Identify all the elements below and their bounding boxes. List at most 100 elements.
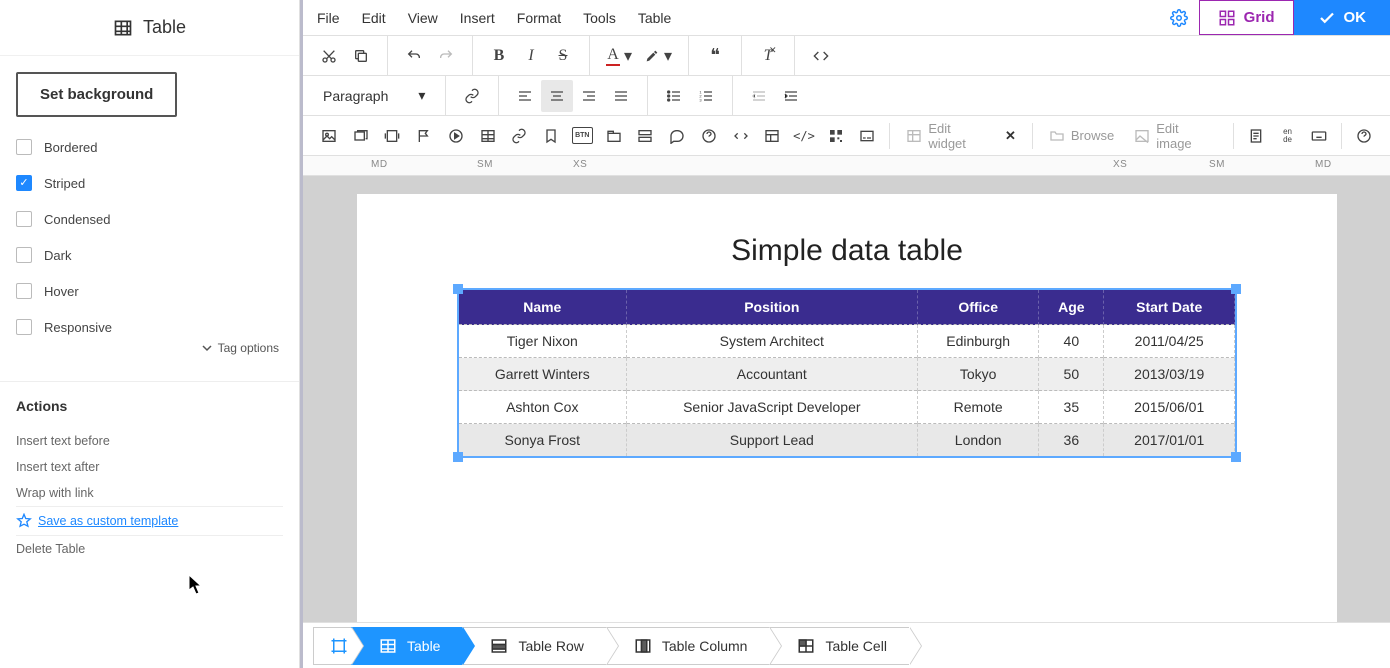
source-button[interactable]: </> (788, 120, 820, 152)
editor-canvas[interactable]: Simple data table NamePositionOfficeAgeS… (303, 176, 1390, 622)
resize-handle-tl[interactable] (453, 284, 463, 294)
tabs-button[interactable] (598, 120, 630, 152)
subtitle-button[interactable] (852, 120, 884, 152)
table-button[interactable] (472, 120, 504, 152)
option-hover[interactable]: Hover (16, 283, 283, 299)
menu-tools[interactable]: Tools (583, 10, 616, 26)
column-header[interactable]: Start Date (1104, 290, 1235, 325)
table-cell[interactable]: 2017/01/01 (1104, 424, 1235, 457)
data-table[interactable]: NamePositionOfficeAgeStart Date Tiger Ni… (459, 290, 1235, 456)
table-cell[interactable]: 40 (1039, 325, 1104, 358)
table-cell[interactable]: Support Lead (626, 424, 918, 457)
crumb-column[interactable]: Table Column (606, 627, 770, 665)
flag-button[interactable] (408, 120, 440, 152)
table-cell[interactable]: 2011/04/25 (1104, 325, 1235, 358)
cut-button[interactable] (313, 40, 345, 72)
table-cell[interactable]: 36 (1039, 424, 1104, 457)
table-cell[interactable]: Sonya Frost (459, 424, 626, 457)
gallery-button[interactable] (345, 120, 377, 152)
doc-button[interactable] (1240, 120, 1272, 152)
action-insert-before[interactable]: Insert text before (16, 428, 283, 454)
table-row[interactable]: Ashton CoxSenior JavaScript DeveloperRem… (459, 391, 1235, 424)
ok-button[interactable]: OK (1294, 0, 1390, 35)
table-cell[interactable]: Remote (918, 391, 1039, 424)
table-cell[interactable]: Accountant (626, 358, 918, 391)
bullet-list-button[interactable] (658, 80, 690, 112)
bookmark-button[interactable] (535, 120, 567, 152)
table-cell[interactable]: 2013/03/19 (1104, 358, 1235, 391)
menu-table[interactable]: Table (638, 10, 671, 26)
table-cell[interactable]: Tokyo (918, 358, 1039, 391)
help-button[interactable] (1348, 120, 1380, 152)
help-widget-button[interactable] (693, 120, 725, 152)
column-header[interactable]: Name (459, 290, 626, 325)
align-right-button[interactable] (573, 80, 605, 112)
outdent-button[interactable] (743, 80, 775, 112)
align-center-button[interactable] (541, 80, 573, 112)
crumb-cell[interactable]: Table Cell (769, 627, 908, 665)
table-cell[interactable]: Senior JavaScript Developer (626, 391, 918, 424)
table-cell[interactable]: Edinburgh (918, 325, 1039, 358)
qr-button[interactable] (820, 120, 852, 152)
text-color-button[interactable]: A▾ (600, 40, 638, 72)
indent-button[interactable] (775, 80, 807, 112)
button-widget-button[interactable]: BTN (572, 127, 593, 144)
action-wrap-link[interactable]: Wrap with link (16, 480, 283, 506)
tag-options-toggle[interactable]: Tag options (16, 341, 283, 355)
action-save-template[interactable]: Save as custom template (16, 506, 283, 536)
table-cell[interactable]: Ashton Cox (459, 391, 626, 424)
menu-format[interactable]: Format (517, 10, 561, 26)
option-responsive[interactable]: Responsive (16, 319, 283, 335)
table-cell[interactable]: London (918, 424, 1039, 457)
column-header[interactable]: Position (626, 290, 918, 325)
paragraph-style-select[interactable]: Paragraph ▾ (313, 81, 435, 111)
align-left-button[interactable] (509, 80, 541, 112)
image-button[interactable] (313, 120, 345, 152)
italic-button[interactable]: I (515, 40, 547, 72)
resize-handle-tr[interactable] (1231, 284, 1241, 294)
keyboard-button[interactable] (1303, 120, 1335, 152)
option-condensed[interactable]: Condensed (16, 211, 283, 227)
align-justify-button[interactable] (605, 80, 637, 112)
accordion-button[interactable] (629, 120, 661, 152)
code-button[interactable] (805, 40, 837, 72)
menu-view[interactable]: View (408, 10, 438, 26)
clear-format-button[interactable]: T✕ (752, 40, 784, 72)
lang-button[interactable]: en de (1272, 120, 1304, 152)
table-cell[interactable]: System Architect (626, 325, 918, 358)
table-widget[interactable]: NamePositionOfficeAgeStart Date Tiger Ni… (459, 290, 1235, 456)
table-row[interactable]: Garrett WintersAccountantTokyo502013/03/… (459, 358, 1235, 391)
copy-button[interactable] (345, 40, 377, 72)
grid-button[interactable]: Grid (1199, 0, 1294, 35)
table-cell[interactable]: Tiger Nixon (459, 325, 626, 358)
table-cell[interactable]: 35 (1039, 391, 1104, 424)
undo-button[interactable] (398, 40, 430, 72)
highlight-button[interactable]: ▾ (638, 40, 678, 72)
blockquote-button[interactable]: ❝ (699, 40, 731, 72)
resize-handle-br[interactable] (1231, 452, 1241, 462)
option-striped[interactable]: Striped (16, 175, 283, 191)
option-bordered[interactable]: Bordered (16, 139, 283, 155)
resize-handle-bl[interactable] (453, 452, 463, 462)
table-cell[interactable]: 50 (1039, 358, 1104, 391)
column-header[interactable]: Office (918, 290, 1039, 325)
close-widget-button[interactable]: ✕ (1005, 128, 1016, 144)
ordered-list-button[interactable]: 123 (690, 80, 722, 112)
menu-edit[interactable]: Edit (362, 10, 386, 26)
page-title[interactable]: Simple data table (357, 234, 1337, 268)
anchor-button[interactable] (503, 120, 535, 152)
action-insert-after[interactable]: Insert text after (16, 454, 283, 480)
video-button[interactable] (440, 120, 472, 152)
slideshow-button[interactable] (376, 120, 408, 152)
table-row[interactable]: Sonya FrostSupport LeadLondon362017/01/0… (459, 424, 1235, 457)
comment-button[interactable] (661, 120, 693, 152)
layout-button[interactable] (756, 120, 788, 152)
column-header[interactable]: Age (1039, 290, 1104, 325)
embed-button[interactable] (725, 120, 757, 152)
table-row[interactable]: Tiger NixonSystem ArchitectEdinburgh4020… (459, 325, 1235, 358)
strike-button[interactable]: S (547, 40, 579, 72)
menu-file[interactable]: File (317, 10, 340, 26)
crumb-root[interactable] (313, 627, 351, 665)
option-dark[interactable]: Dark (16, 247, 283, 263)
crumb-row[interactable]: Table Row (462, 627, 605, 665)
